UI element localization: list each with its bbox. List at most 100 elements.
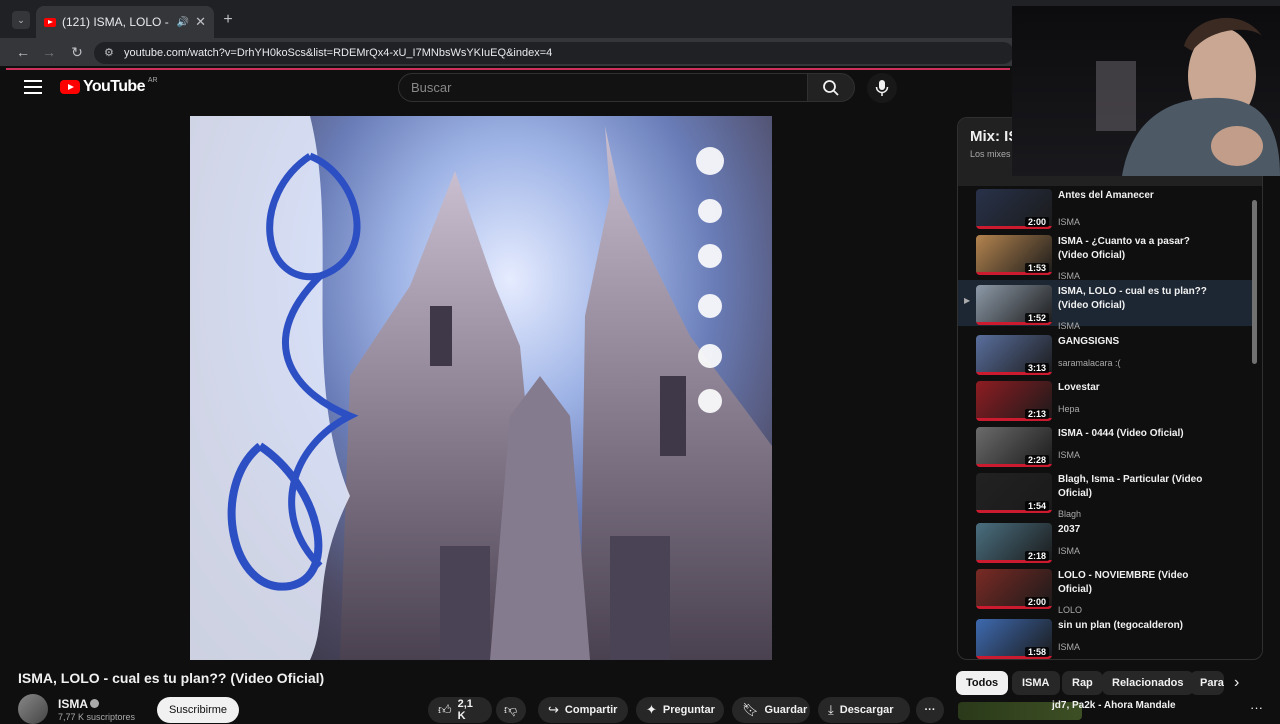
video-player[interactable] <box>190 116 772 660</box>
playlist-item-title[interactable]: ISMA - ¿Cuanto va a pasar? (Video Oficia… <box>1058 235 1218 263</box>
bookmark-icon: 🔖︎ <box>742 702 759 717</box>
playlist-thumbnail[interactable]: 1:58 <box>976 619 1052 659</box>
sparkle-icon: ✦ <box>646 702 657 717</box>
playlist-item-title[interactable]: Lovestar <box>1058 381 1218 395</box>
playlist-item-channel: saramalacara :( <box>1058 358 1121 368</box>
share-button[interactable]: ↪ Compartir <box>538 697 628 723</box>
recommendation-menu-icon[interactable]: ··· <box>1250 700 1263 715</box>
duration-badge: 2:00 <box>1024 597 1049 607</box>
playlist-thumbnail[interactable]: 2:00 <box>976 569 1052 609</box>
address-bar[interactable]: ⚙ youtube.com/watch?v=DrhYH0koScs&list=R… <box>94 42 1014 64</box>
youtube-logo[interactable]: YouTube AR <box>60 77 158 96</box>
ask-label: Preguntar <box>662 704 715 716</box>
playlist-item-title[interactable]: LOLO - NOVIEMBRE (Video Oficial) <box>1058 569 1218 597</box>
search-icon <box>823 79 839 96</box>
playlist-thumbnail[interactable]: 2:00 <box>976 189 1052 229</box>
playlist-item-channel: ISMA <box>1058 217 1081 227</box>
chip-relacionados[interactable]: Relacionados <box>1102 671 1194 695</box>
playlist-thumbnail[interactable]: 1:52 <box>976 285 1052 325</box>
tab-title: (121) ISMA, LOLO - cual es <box>62 15 171 29</box>
like-count: 2,1 K <box>457 698 473 722</box>
playlist-panel: Mix: IS Los mixes 2:00 Antes del Amanecer… <box>957 117 1263 660</box>
page-load-bar <box>6 68 1010 70</box>
duration-badge: 1:58 <box>1024 647 1049 657</box>
duration-badge: 2:28 <box>1024 455 1049 465</box>
playlist-item-title[interactable]: sin un plan (tegocalderon) <box>1058 619 1218 633</box>
chevron-right-icon[interactable]: › <box>1234 674 1239 692</box>
playlist-subtitle: Los mixes <box>970 149 1011 159</box>
playlist-thumbnail[interactable]: 2:13 <box>976 381 1052 421</box>
browser-tab-active[interactable]: (121) ISMA, LOLO - cual es 🔊 ✕ <box>36 6 214 38</box>
playlist-item[interactable]: 1:53 ISMA - ¿Cuanto va a pasar? (Video Of… <box>958 230 1254 281</box>
playlist-item-title[interactable]: Antes del Amanecer <box>1058 189 1218 203</box>
audio-playing-icon[interactable]: 🔊 <box>177 17 189 28</box>
chip-isma[interactable]: ISMA <box>1012 671 1060 695</box>
like-button[interactable]: 👍︎ 2,1 K <box>428 697 492 723</box>
more-actions-button[interactable]: ··· <box>916 697 944 723</box>
verified-badge-icon <box>90 699 99 708</box>
playlist-item-title[interactable]: ISMA - 0444 (Video Oficial) <box>1058 427 1218 441</box>
download-label: Descargar <box>839 704 894 716</box>
hamburger-menu-icon[interactable] <box>24 80 42 94</box>
new-tab-button[interactable]: + <box>220 11 236 28</box>
duration-badge: 2:13 <box>1024 409 1049 419</box>
playlist-item[interactable]: 2:28 ISMA - 0444 (Video Oficial) ISMA <box>958 422 1254 468</box>
thumbs-up-icon: 👍︎ <box>438 702 452 717</box>
back-arrow-icon[interactable]: ← <box>14 43 32 61</box>
playlist-scrollbar[interactable] <box>1252 200 1257 364</box>
site-info-icon[interactable]: ⚙ <box>104 46 114 59</box>
recommendation-title[interactable]: jd7, Pa2k - Ahora Mandale <box>1052 700 1176 711</box>
youtube-favicon-icon <box>44 17 56 27</box>
playlist-thumbnail[interactable]: 1:54 <box>976 473 1052 513</box>
playlist-thumbnail[interactable]: 2:28 <box>976 427 1052 467</box>
playlist-item-title[interactable]: 2037 <box>1058 523 1218 537</box>
more-icon: ··· <box>924 704 936 716</box>
ask-button[interactable]: ✦ Preguntar <box>636 697 724 723</box>
playlist-item-channel: ISMA <box>1058 546 1081 556</box>
subscriber-count: 7,77 K suscriptores <box>58 712 136 722</box>
voice-search-button[interactable] <box>867 73 897 103</box>
playlist-item-channel: ISMA <box>1058 642 1081 652</box>
duration-badge: 2:18 <box>1024 551 1049 561</box>
search-input[interactable]: Buscar <box>398 73 808 102</box>
share-arrow-icon: ↪ <box>548 702 559 717</box>
playlist-item[interactable]: 2:18 2037 ISMA <box>958 518 1254 564</box>
playlist-thumbnail[interactable]: 2:18 <box>976 523 1052 563</box>
playlist-item[interactable]: 2:13 Lovestar Hepa <box>958 376 1254 422</box>
duration-badge: 2:00 <box>1024 217 1049 227</box>
cathedral-artwork <box>190 116 772 660</box>
close-tab-icon[interactable]: ✕ <box>195 14 206 30</box>
chip-para[interactable]: Para <box>1190 671 1224 695</box>
playlist-item[interactable]: ▶ 1:52 ISMA, LOLO - cual es tu plan?? (Vid… <box>958 280 1254 331</box>
playlist-item[interactable]: 3:13 GANGSIGNS saramalacara :( <box>958 330 1254 376</box>
playlist-item[interactable]: 2:00 LOLO - NOVIEMBRE (Video Oficial) LOLO <box>958 564 1254 615</box>
playlist-thumbnail[interactable]: 3:13 <box>976 335 1052 375</box>
playlist-item[interactable]: 1:58 sin un plan (tegocalderon) ISMA <box>958 614 1254 659</box>
dislike-button[interactable]: 👎︎ <box>496 697 526 723</box>
channel-name[interactable]: ISMA <box>58 697 88 711</box>
playlist-item-title[interactable]: GANGSIGNS <box>1058 335 1218 349</box>
playlist-item[interactable]: 1:54 Blagh, Isma - Particular (Video Ofic… <box>958 468 1254 519</box>
subscribe-button[interactable]: Suscribirme <box>157 697 239 723</box>
download-button[interactable]: ⤓ Descargar <box>818 697 910 723</box>
chip-todos[interactable]: Todos <box>956 671 1009 695</box>
chip-rap[interactable]: Rap <box>1062 671 1103 695</box>
video-title: ISMA, LOLO - cual es tu plan?? (Video Of… <box>18 670 325 686</box>
save-label: Guardar <box>764 704 808 716</box>
thumbs-down-icon: 👎︎ <box>504 702 518 717</box>
webcam-person-image <box>1096 17 1280 176</box>
search-button[interactable] <box>807 73 855 102</box>
playlist-item[interactable]: 2:00 Antes del Amanecer ISMA <box>958 184 1254 230</box>
tab-search-chevron-icon[interactable]: ⌄ <box>12 11 30 29</box>
reload-icon[interactable]: ↻ <box>68 43 86 61</box>
duration-badge: 1:54 <box>1024 501 1049 511</box>
download-icon: ⤓ <box>828 702 834 717</box>
playlist-item-title[interactable]: Blagh, Isma - Particular (Video Oficial) <box>1058 473 1218 501</box>
playlist-item-title[interactable]: ISMA, LOLO - cual es tu plan?? (Video Of… <box>1058 285 1218 313</box>
playlist-item-channel: Hepa <box>1058 404 1080 414</box>
share-label: Compartir <box>564 704 618 716</box>
save-button[interactable]: 🔖︎ Guardar <box>732 697 810 723</box>
now-playing-icon: ▶ <box>964 296 971 305</box>
forward-arrow-icon[interactable]: → <box>40 43 58 61</box>
playlist-thumbnail[interactable]: 1:53 <box>976 235 1052 275</box>
